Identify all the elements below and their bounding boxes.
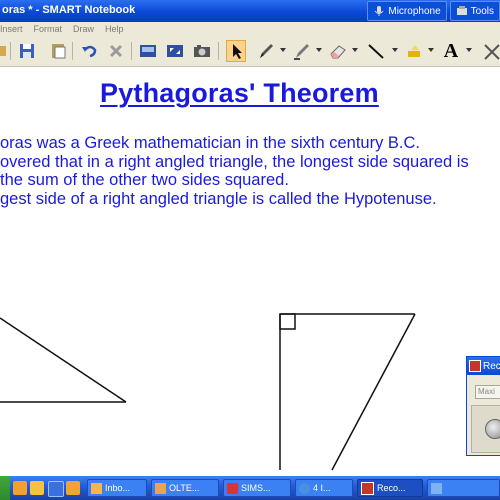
folder-icon — [155, 482, 166, 494]
quicklaunch-icon[interactable] — [13, 481, 27, 495]
sims-icon — [227, 482, 238, 494]
taskbar: Inbo... OLTE... SIMS... 4 I... Reco... — [0, 476, 500, 500]
window-icon — [431, 482, 442, 494]
task-label: OLTE... — [169, 483, 200, 493]
task-sims[interactable]: SIMS... — [223, 479, 291, 497]
recorder-title: Rec — [483, 360, 500, 372]
left-triangle[interactable] — [0, 317, 127, 403]
recorder-icon — [361, 481, 374, 495]
browser-icon[interactable] — [48, 481, 64, 497]
task-label: Inbo... — [105, 483, 131, 493]
mail-icon — [91, 482, 102, 494]
triangle-drawings — [0, 313, 416, 471]
task-label: 4 I... — [313, 483, 331, 493]
right-angled-triangle[interactable] — [279, 313, 416, 471]
recorder-size-field[interactable]: Maxi — [475, 385, 500, 399]
recorder-window[interactable]: Rec Maxi — [466, 356, 500, 456]
task-label: Reco... — [377, 483, 406, 493]
task-inbox[interactable]: Inbo... — [87, 479, 147, 497]
quicklaunch-icon[interactable] — [30, 481, 44, 495]
record-button[interactable] — [485, 419, 500, 439]
recorder-titlebar[interactable]: Rec — [467, 357, 500, 375]
right-angle-marker — [279, 313, 296, 330]
start-button[interactable] — [0, 476, 10, 500]
quicklaunch-icon[interactable] — [66, 481, 80, 495]
task-next[interactable] — [427, 479, 500, 497]
task-internet-explorer[interactable]: 4 I... — [295, 479, 353, 497]
ie-icon — [299, 482, 310, 494]
recorder-icon — [469, 360, 481, 372]
task-recorder[interactable]: Reco... — [357, 479, 423, 497]
task-olte[interactable]: OLTE... — [151, 479, 219, 497]
task-label: SIMS... — [241, 483, 271, 493]
